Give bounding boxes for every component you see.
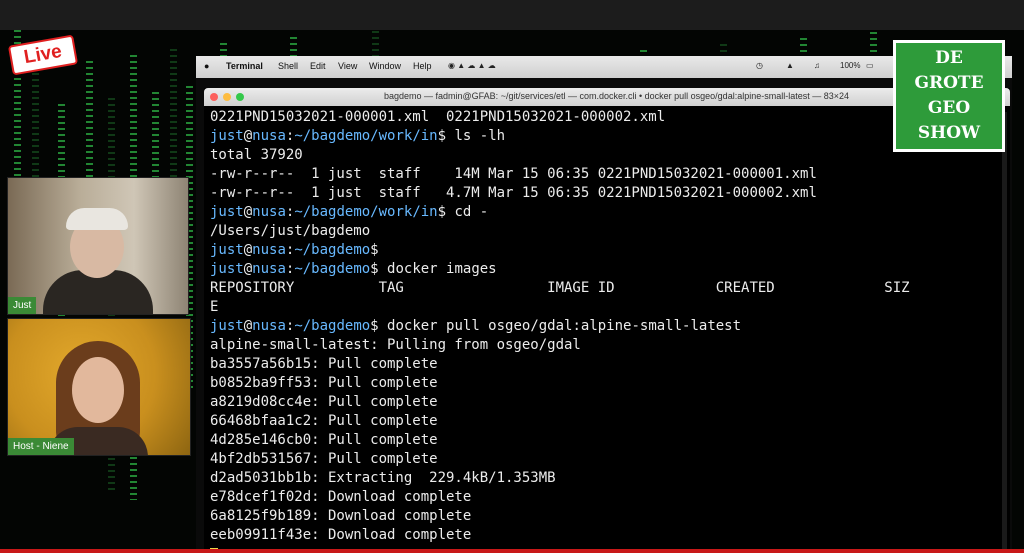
apple-menu-icon[interactable]: ● (204, 61, 209, 71)
terminal-output-line: -rw-r--r-- 1 just staff 14M Mar 15 06:35… (210, 166, 817, 182)
prompt-host: nusa (252, 128, 286, 144)
prompt-user: just (210, 204, 244, 220)
terminal-output[interactable]: 0221PND15032021-000001.xml 0221PND150320… (210, 108, 1000, 553)
logo-line: GEO (927, 98, 971, 118)
menu-item-shell[interactable]: Shell (278, 61, 298, 71)
participant-hair (66, 208, 128, 230)
progress-bar (0, 549, 1024, 553)
prompt-command: cd - (446, 204, 489, 220)
stream-frame: Live Just Host - Niene ● Terminal Shell … (0, 0, 1024, 553)
prompt-path: ~/bagdemo (294, 318, 371, 334)
window-title: bagdemo — fadmin@GFAB: ~/git/services/et… (384, 91, 850, 101)
show-logo: DE GROTE GEO SHOW (893, 40, 1005, 152)
terminal-title-bar[interactable]: bagdemo — fadmin@GFAB: ~/git/services/et… (204, 88, 1010, 106)
prompt-user: just (210, 318, 244, 334)
minimize-button[interactable] (223, 93, 231, 101)
prompt-path: ~/bagdemo/work/in (294, 128, 438, 144)
prompt-command: docker images (378, 261, 497, 277)
shared-screen: ● Terminal Shell Edit View Window Help ◉… (196, 56, 1012, 553)
terminal-output-line: a8219d08cc4e: Pull complete (210, 394, 438, 410)
video-top-bar (0, 0, 1024, 30)
participant-name-tag: Host - Niene (8, 438, 74, 455)
prompt-user: just (210, 261, 244, 277)
prompt-command: ls -lh (446, 128, 506, 144)
terminal-output-line: d2ad5031bb1b: Extracting 229.4kB/1.353MB (210, 470, 556, 486)
logo-line: SHOW (917, 123, 981, 143)
prompt-path: ~/bagdemo (294, 242, 371, 258)
terminal-output-line: E (210, 299, 219, 315)
volume-icon[interactable]: ♫ (814, 61, 820, 70)
prompt-user: just (210, 242, 244, 258)
wifi-icon[interactable]: ▲ (786, 61, 794, 70)
prompt-command: docker pull osgeo/gdal:alpine-small-late… (378, 318, 742, 334)
terminal-output-line: /Users/just/bagdemo (210, 223, 371, 239)
prompt-path: ~/bagdemo/work/in (294, 204, 438, 220)
terminal-output-line: 0221PND15032021-000001.xml 0221PND150320… (210, 109, 666, 125)
terminal-prompt-line: just@nusa:~/bagdemo/work/in$ cd - (210, 204, 489, 220)
terminal-scrollbar[interactable] (1002, 112, 1007, 552)
mac-menu-bar: ● Terminal Shell Edit View Window Help ◉… (196, 56, 1012, 78)
menu-item-view[interactable]: View (338, 61, 357, 71)
prompt-path: ~/bagdemo (294, 261, 371, 277)
terminal-output-line: 6a8125f9b189: Download complete (210, 508, 472, 524)
clock-icon[interactable]: ◷ (756, 61, 763, 70)
participant-face (72, 357, 124, 423)
terminal-window[interactable]: bagdemo — fadmin@GFAB: ~/git/services/et… (204, 88, 1010, 553)
terminal-output-line: alpine-small-latest: Pulling from osgeo/… (210, 337, 581, 353)
terminal-prompt-line: just@nusa:~/bagdemo/work/in$ ls -lh (210, 128, 506, 144)
terminal-prompt-line: just@nusa:~/bagdemo$ docker images (210, 261, 497, 277)
terminal-output-line: ba3557a56b15: Pull complete (210, 356, 438, 372)
logo-line: GROTE (914, 73, 984, 93)
status-icons[interactable]: ◉ ▲ ☁ ▲ ☁ (448, 61, 496, 70)
menu-item-terminal[interactable]: Terminal (226, 61, 263, 71)
terminal-prompt-line: just@nusa:~/bagdemo$ docker pull osgeo/g… (210, 318, 742, 334)
battery-icon[interactable]: ▭ (866, 61, 874, 70)
prompt-host: nusa (252, 318, 286, 334)
close-button[interactable] (210, 93, 218, 101)
prompt-host: nusa (252, 242, 286, 258)
menu-item-edit[interactable]: Edit (310, 61, 326, 71)
terminal-output-line: 4bf2db531567: Pull complete (210, 451, 438, 467)
prompt-host: nusa (252, 261, 286, 277)
battery-percent: 100% (840, 61, 861, 70)
terminal-output-line: 66468bfaa1c2: Pull complete (210, 413, 438, 429)
logo-line: DE (935, 48, 963, 68)
terminal-output-line: 4d285e146cb0: Pull complete (210, 432, 438, 448)
menu-item-help[interactable]: Help (413, 61, 432, 71)
participant-video-host[interactable]: Host - Niene (7, 318, 191, 456)
menu-item-window[interactable]: Window (369, 61, 401, 71)
prompt-host: nusa (252, 204, 286, 220)
terminal-output-line: total 37920 (210, 147, 303, 163)
prompt-user: just (210, 128, 244, 144)
terminal-prompt-line: just@nusa:~/bagdemo$ (210, 242, 379, 258)
participant-name-tag: Just (8, 297, 37, 314)
terminal-output-line: -rw-r--r-- 1 just staff 4.7M Mar 15 06:3… (210, 185, 817, 201)
terminal-output-line: b0852ba9ff53: Pull complete (210, 375, 438, 391)
terminal-output-line: eeb09911f43e: Download complete (210, 527, 472, 543)
participant-video-just[interactable]: Just (7, 177, 189, 315)
terminal-output-line: e78dcef1f02d: Download complete (210, 489, 472, 505)
terminal-output-line: REPOSITORY TAG IMAGE ID CREATED SIZ (210, 280, 910, 296)
zoom-button[interactable] (236, 93, 244, 101)
